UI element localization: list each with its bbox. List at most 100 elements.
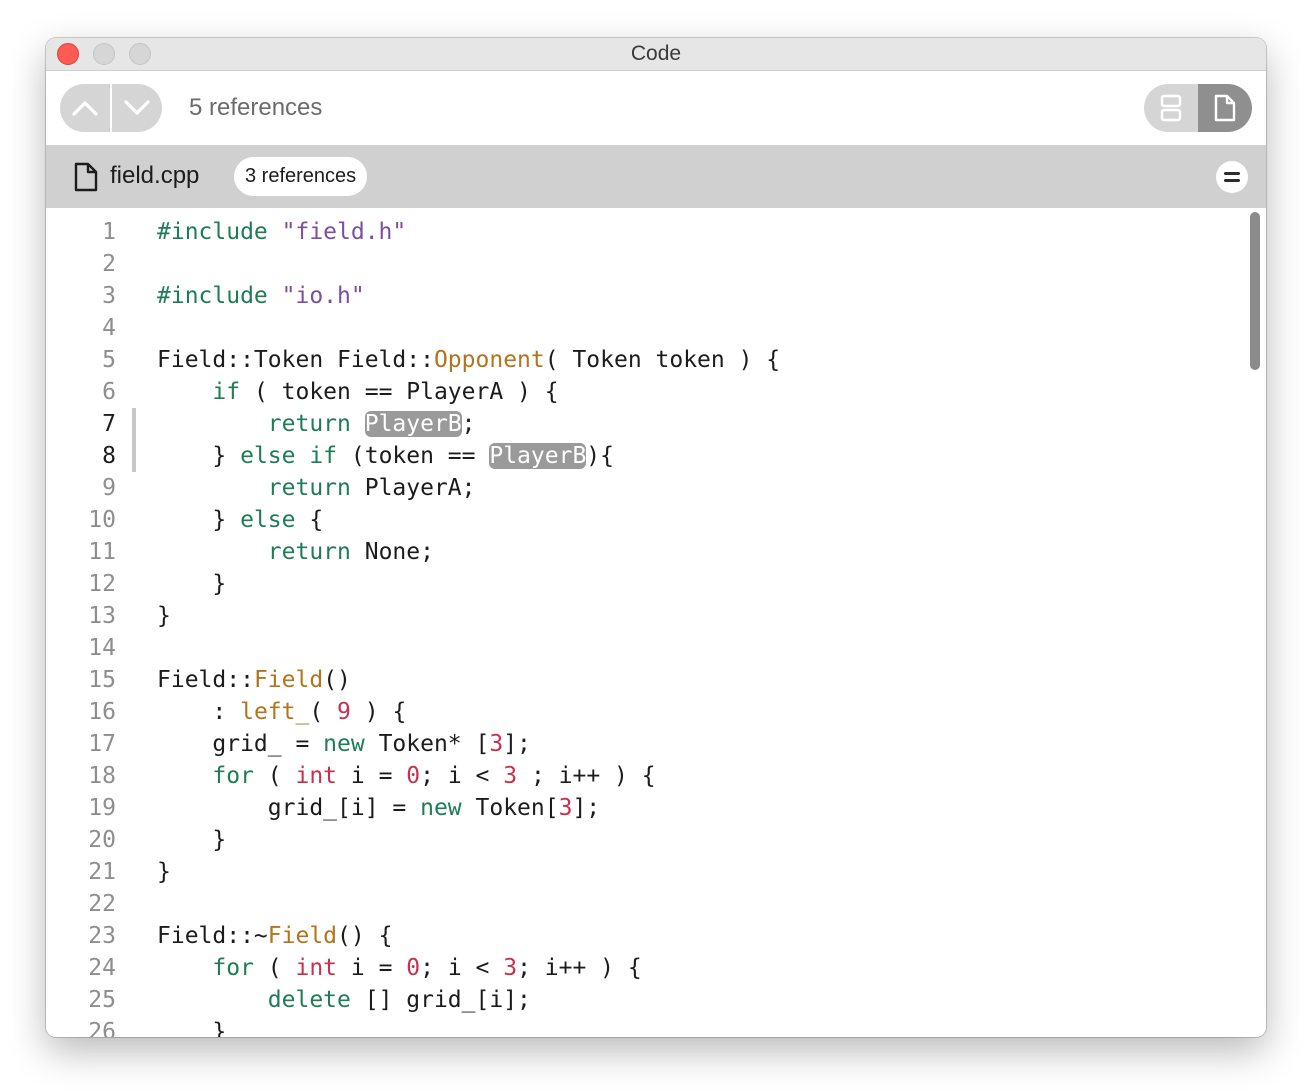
- code-token: () {: [337, 923, 393, 949]
- code-token: 3: [503, 955, 518, 981]
- reference-highlight[interactable]: PlayerB: [489, 443, 587, 469]
- chevron-down-icon: [124, 100, 150, 115]
- code-line[interactable]: 3 #include "io.h": [46, 280, 1266, 312]
- code-text: if ( token == PlayerA ) {: [157, 376, 558, 408]
- code-line[interactable]: 18 for ( int i = 0; i < 3 ; i++ ) {: [46, 760, 1266, 792]
- code-line[interactable]: 14: [46, 632, 1266, 664]
- code-token: }: [157, 827, 227, 853]
- document-icon: [74, 162, 98, 192]
- code-token: Field::Token Field::: [157, 347, 434, 373]
- code-token: #include: [157, 219, 282, 245]
- code-text: Field::Token Field::Opponent( Token toke…: [157, 344, 780, 376]
- line-number: 19: [88, 795, 116, 821]
- collapse-file-button[interactable]: [1216, 161, 1248, 193]
- code-token: ; i <: [420, 955, 504, 981]
- line-number: 17: [88, 731, 116, 757]
- code-token: }: [157, 1019, 227, 1037]
- file-header[interactable]: field.cpp 3 references: [46, 145, 1266, 208]
- line-number: 4: [102, 315, 116, 341]
- code-line[interactable]: 8 } else if (token == PlayerB){: [46, 440, 1266, 472]
- code-token: if: [212, 379, 241, 405]
- code-token: int: [295, 763, 338, 789]
- code-token: return: [267, 475, 351, 501]
- code-token: return: [267, 411, 351, 437]
- code-token: ; i++ ) {: [517, 955, 642, 981]
- line-number: 26: [88, 1019, 116, 1037]
- code-line[interactable]: 25 delete [] grid_[i];: [46, 984, 1266, 1016]
- line-number: 22: [88, 891, 116, 917]
- code-line[interactable]: 23 Field::~Field() {: [46, 920, 1266, 952]
- line-number: 9: [102, 475, 116, 501]
- code-token: grid_ =: [157, 731, 324, 757]
- code-line[interactable]: 22: [46, 888, 1266, 920]
- line-number: 8: [102, 443, 116, 469]
- code-line[interactable]: 26 }: [46, 1016, 1266, 1037]
- code-line[interactable]: 15 Field::Field(): [46, 664, 1266, 696]
- code-text: Field::~Field() {: [157, 920, 392, 952]
- code-token: for: [212, 763, 254, 789]
- code-token: None;: [350, 539, 434, 565]
- code-token: (: [309, 699, 338, 725]
- split-view-button[interactable]: [1144, 84, 1198, 132]
- code-line[interactable]: 4: [46, 312, 1266, 344]
- code-line[interactable]: 7 return PlayerB;: [46, 408, 1266, 440]
- code-window: Code 5 references field.cpp 3 references…: [46, 38, 1266, 1037]
- code-line[interactable]: 10 } else {: [46, 504, 1266, 536]
- code-editor[interactable]: 1 #include "field.h" 2 3 #include "io.h" 4 5 Fi…: [46, 208, 1266, 1037]
- code-text: for ( int i = 0; i < 3; i++ ) {: [157, 952, 642, 984]
- code-line[interactable]: 16 : left_( 9 ) {: [46, 696, 1266, 728]
- previous-reference-button[interactable]: [60, 84, 110, 132]
- code-token: grid_[i] =: [157, 795, 421, 821]
- code-token: }: [157, 443, 241, 469]
- line-number: 25: [88, 987, 116, 1013]
- code-token: Opponent: [433, 347, 545, 373]
- code-line[interactable]: 2: [46, 248, 1266, 280]
- line-number: 10: [88, 507, 116, 533]
- code-token: return: [267, 539, 351, 565]
- code-token: {: [295, 507, 324, 533]
- line-number: 7: [102, 411, 116, 437]
- code-token: int: [295, 955, 338, 981]
- code-token: ;: [461, 411, 476, 437]
- code-token: ; i <: [420, 763, 504, 789]
- code-text: Field::Field(): [157, 664, 351, 696]
- code-line[interactable]: 5 Field::Token Field::Opponent( Token tok…: [46, 344, 1266, 376]
- code-line[interactable]: 12 }: [46, 568, 1266, 600]
- collapse-icon: [1224, 172, 1240, 182]
- code-line[interactable]: 6 if ( token == PlayerA ) {: [46, 376, 1266, 408]
- code-token: :: [157, 699, 241, 725]
- line-number: 11: [88, 539, 116, 565]
- reference-highlight[interactable]: PlayerB: [364, 411, 462, 437]
- code-line[interactable]: 24 for ( int i = 0; i < 3; i++ ) {: [46, 952, 1266, 984]
- code-token: else if: [240, 443, 338, 469]
- code-token: 9: [337, 699, 351, 725]
- code-token: ; i++ ) {: [517, 763, 656, 789]
- code-text: #include "field.h": [157, 216, 406, 248]
- code-text: return PlayerB;: [157, 408, 476, 440]
- code-text: #include "io.h": [157, 280, 365, 312]
- code-text: } else if (token == PlayerB){: [157, 440, 614, 472]
- code-token: (: [253, 763, 296, 789]
- code-line[interactable]: 13}: [46, 600, 1266, 632]
- code-text: }: [157, 824, 226, 856]
- code-token: i =: [337, 763, 407, 789]
- reference-gutter-marker: [132, 440, 136, 472]
- code-line[interactable]: 21}: [46, 856, 1266, 888]
- code-line[interactable]: 19 grid_[i] = new Token[3];: [46, 792, 1266, 824]
- code-line[interactable]: 11 return None;: [46, 536, 1266, 568]
- view-mode-toggle: [1144, 84, 1252, 132]
- code-line[interactable]: 1 #include "field.h": [46, 216, 1266, 248]
- code-token: (: [253, 955, 296, 981]
- code-line[interactable]: 17 grid_ = new Token* [3];: [46, 728, 1266, 760]
- line-number: 20: [88, 827, 116, 853]
- file-view-button[interactable]: [1198, 84, 1252, 132]
- code-token: }: [157, 859, 171, 885]
- code-line[interactable]: 9 return PlayerA;: [46, 472, 1266, 504]
- code-token: Field::: [157, 667, 254, 693]
- code-line[interactable]: 20 }: [46, 824, 1266, 856]
- code-token: Token* [: [364, 731, 490, 757]
- code-token: else: [240, 507, 296, 533]
- next-reference-button[interactable]: [112, 84, 162, 132]
